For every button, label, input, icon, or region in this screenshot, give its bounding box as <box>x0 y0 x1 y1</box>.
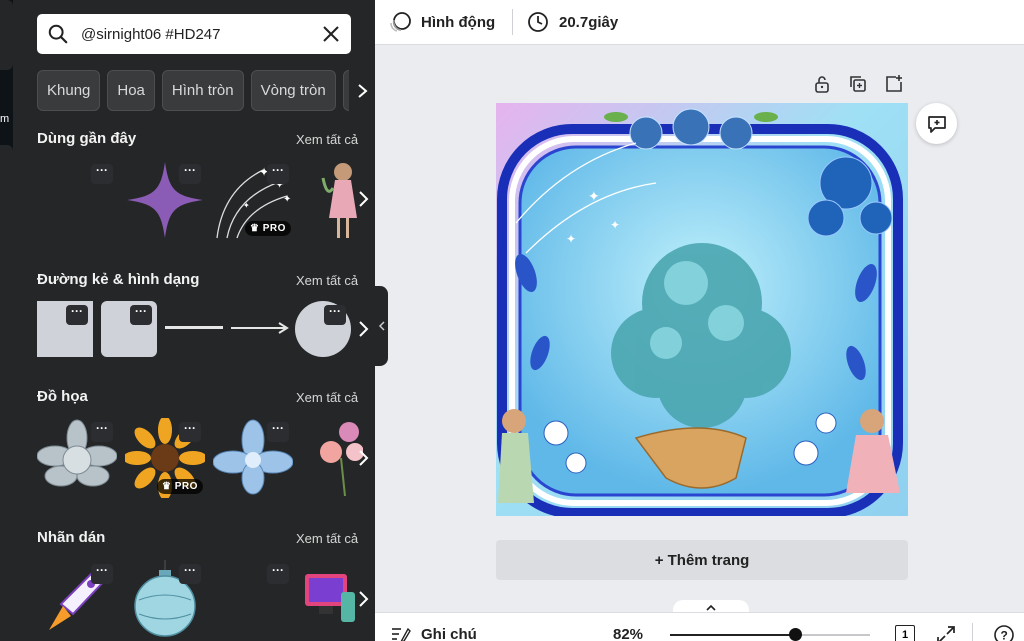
more-options-icon[interactable]: ··· <box>267 164 289 184</box>
shapes-next-button[interactable] <box>351 311 375 347</box>
chevron-right-icon <box>359 321 369 337</box>
graphic-blue-flower[interactable]: ··· <box>212 418 294 498</box>
page-count-button[interactable]: 1 <box>895 625 915 641</box>
bottom-divider <box>972 623 973 641</box>
more-options-icon[interactable]: ··· <box>91 422 113 442</box>
more-options-icon[interactable]: ··· <box>179 564 201 584</box>
chevron-right-icon <box>359 450 369 466</box>
chip-hinh-tron[interactable]: Hình tròn <box>161 70 244 111</box>
toolbar-divider <box>512 9 513 35</box>
shape-line[interactable] <box>165 326 223 329</box>
fullscreen-icon[interactable] <box>936 625 956 641</box>
chevron-up-icon <box>706 604 716 611</box>
zoom-slider-handle[interactable] <box>789 628 803 641</box>
svg-text:✦: ✦ <box>610 218 620 232</box>
clock-icon <box>528 12 548 32</box>
more-options-icon[interactable]: ··· <box>267 422 289 442</box>
chevron-left-icon <box>378 321 385 331</box>
zoom-slider[interactable] <box>670 628 870 641</box>
chevron-right-icon <box>359 191 369 207</box>
add-comment-button[interactable] <box>916 103 957 144</box>
duplicate-page-icon[interactable] <box>848 74 868 94</box>
shape-circle[interactable]: ··· <box>295 301 351 357</box>
rail-bottom-block <box>0 145 13 641</box>
chips-next-button[interactable] <box>349 70 375 111</box>
notes-label: Ghi chú <box>421 625 477 641</box>
rail-label[interactable]: m <box>0 113 9 125</box>
recent-item-blank[interactable]: ··· <box>37 160 117 240</box>
recent-item-star[interactable]: ··· <box>125 160 205 240</box>
more-options-icon[interactable]: ··· <box>179 164 201 184</box>
animate-label: Hình động <box>421 13 496 31</box>
left-rail: m <box>0 0 13 641</box>
clear-search-icon[interactable] <box>321 24 341 44</box>
notes-button[interactable]: Ghi chú <box>391 625 477 641</box>
svg-text:✦: ✦ <box>588 188 600 204</box>
see-all-stickers[interactable]: Xem tất cả <box>296 531 358 546</box>
add-page-button[interactable]: + Thêm trang <box>496 540 908 580</box>
svg-text:?: ? <box>1001 629 1008 641</box>
lock-icon[interactable] <box>812 74 832 94</box>
section-title-recent: Dùng gần đây <box>37 130 137 147</box>
recent-item-shooting-stars[interactable]: ✦ ✦ ✦ ✦ ··· ♛ PRO <box>213 160 293 240</box>
stickers-next-button[interactable] <box>351 581 375 617</box>
arrow-line-graphic <box>231 322 289 334</box>
timing-button[interactable]: 20.7giây <box>527 11 618 33</box>
svg-text:✦: ✦ <box>566 232 576 246</box>
collapse-panel-button[interactable] <box>375 286 388 366</box>
more-options-icon[interactable]: ··· <box>324 305 346 325</box>
pro-badge: ♛ PRO <box>157 479 203 494</box>
rail-top-block[interactable] <box>0 0 13 70</box>
animate-icon <box>390 12 411 32</box>
chevron-right-icon <box>359 591 369 607</box>
chip-vong-tron[interactable]: Vòng tròn <box>250 70 336 111</box>
graphic-sunflower[interactable]: ··· ♛ PRO <box>123 416 207 500</box>
chip-hoa[interactable]: Hoa <box>107 70 155 111</box>
svg-text:✦: ✦ <box>243 201 250 210</box>
animate-button[interactable]: Hình động <box>389 11 495 33</box>
shape-arrow[interactable] <box>231 319 291 337</box>
search-icon <box>48 24 68 44</box>
sticker-blank[interactable]: ··· <box>213 560 293 640</box>
more-options-icon[interactable]: ··· <box>91 564 113 584</box>
more-options-icon[interactable]: ··· <box>130 305 152 325</box>
shape-rounded-square[interactable]: ··· <box>101 301 157 357</box>
more-options-icon[interactable]: ··· <box>66 305 88 325</box>
design-canvas[interactable]: ✦ ✦ ✦ <box>496 103 908 516</box>
graphic-succulent[interactable]: ··· <box>36 418 118 498</box>
recent-next-button[interactable] <box>351 181 375 217</box>
sticker-ornament[interactable]: ··· <box>125 560 205 640</box>
zoom-slider-fill <box>670 634 796 636</box>
duration-label: 20.7giây <box>559 13 619 31</box>
see-all-graphics[interactable]: Xem tất cả <box>296 390 358 405</box>
section-title-graphics: Đồ họa <box>37 388 88 405</box>
search-input[interactable] <box>81 25 321 43</box>
more-options-icon[interactable]: ··· <box>267 564 289 584</box>
svg-text:✦: ✦ <box>283 194 291 205</box>
notes-icon <box>392 627 411 641</box>
chip-khung[interactable]: Khung <box>37 70 101 111</box>
zoom-value[interactable]: 82% <box>613 626 643 641</box>
graphics-next-button[interactable] <box>351 440 375 476</box>
bottom-toolbar: Ghi chú 82% 1 ? <box>375 612 1024 641</box>
see-all-lines-shapes[interactable]: Xem tất cả <box>296 273 358 288</box>
elements-panel: Khung Hoa Hình tròn Vòng tròn Cl Dùng gầ… <box>13 0 375 641</box>
filter-chips: Khung Hoa Hình tròn Vòng tròn Cl <box>37 70 375 112</box>
help-icon[interactable]: ? <box>994 625 1014 641</box>
more-options-icon[interactable]: ··· <box>91 164 113 184</box>
floral-frame-design: ✦ ✦ ✦ <box>496 103 908 516</box>
section-title-stickers: Nhãn dán <box>37 529 106 546</box>
see-all-recent[interactable]: Xem tất cả <box>296 132 358 147</box>
search-box[interactable] <box>37 14 351 54</box>
more-options-icon[interactable]: ··· <box>179 422 201 442</box>
section-title-lines-shapes: Đường kẻ & hình dạng <box>37 271 200 288</box>
add-page-icon[interactable] <box>884 74 904 94</box>
comment-add-icon <box>927 115 946 133</box>
shape-square[interactable]: ··· <box>37 301 93 357</box>
chevron-right-icon <box>358 83 368 98</box>
editor-toolbar: Hình động 20.7giây <box>375 0 1024 45</box>
sticker-rocket[interactable]: ··· <box>37 560 117 640</box>
pro-badge: ♛ PRO <box>245 221 291 236</box>
